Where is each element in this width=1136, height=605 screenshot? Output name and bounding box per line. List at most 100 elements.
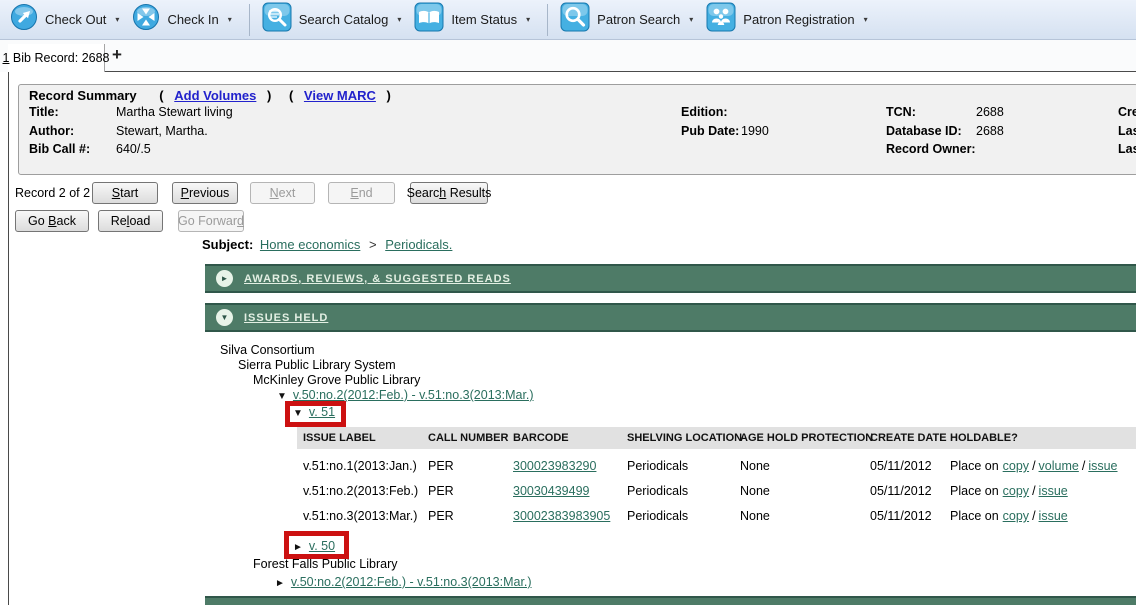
check-out-label: Check Out xyxy=(45,12,106,27)
bib-call-value: 640/.5 xyxy=(116,142,151,156)
check-out-icon xyxy=(10,3,38,36)
patron-registration-button[interactable]: Patron Registration ▾ xyxy=(702,2,876,38)
item-status-icon xyxy=(414,2,444,37)
col-holdable: HOLDABLE? xyxy=(950,432,1018,444)
view-marc-link[interactable]: View MARC xyxy=(304,88,376,103)
content-top-border xyxy=(8,71,1136,72)
place-hold-issue-link[interactable]: issue xyxy=(1039,509,1068,523)
item-status-button[interactable]: Item Status ▾ xyxy=(410,2,539,38)
new-tab-button[interactable]: + xyxy=(112,45,122,65)
org-sierra-system: Sierra Public Library System xyxy=(238,358,396,372)
place-hold-copy-link[interactable]: copy xyxy=(1003,509,1029,523)
place-hold-copy-link[interactable]: copy xyxy=(1003,484,1029,498)
holdable-prefix: Place on xyxy=(950,459,999,473)
patron-search-icon xyxy=(560,2,590,37)
patron-search-button[interactable]: Patron Search ▾ xyxy=(556,2,702,38)
section-issues-held[interactable]: ▼ ISSUES HELD xyxy=(205,303,1136,332)
holdable-cell: Place oncopy/issue xyxy=(950,509,1068,523)
issue-label-cell: v.51:no.1(2013:Jan.) xyxy=(303,459,417,473)
tab-bib-record[interactable]: 1 Bib Record: 2688 xyxy=(8,44,105,72)
go-forward-button: Go Forward xyxy=(178,210,244,232)
reload-button[interactable]: Reload xyxy=(98,210,163,232)
volume-range-link[interactable]: v.50:no.2(2012:Feb.) - v.51:no.3(2013:Ma… xyxy=(291,575,532,589)
org-forest-falls: Forest Falls Public Library xyxy=(253,557,398,571)
author-value: Stewart, Martha. xyxy=(116,124,208,138)
chevron-down-icon[interactable]: ▾ xyxy=(864,15,868,24)
issue-label-cell: v.51:no.2(2013:Feb.) xyxy=(303,484,418,498)
col-barcode: BARCODE xyxy=(513,432,569,444)
chevron-down-icon[interactable]: ▾ xyxy=(115,15,119,24)
age-hold-cell: None xyxy=(740,484,770,498)
search-results-button[interactable]: Search Results xyxy=(410,182,488,204)
database-id-label: Database ID: xyxy=(886,124,962,138)
place-hold-volume-link[interactable]: volume xyxy=(1039,459,1079,473)
start-button[interactable]: Start xyxy=(92,182,158,204)
barcode-link[interactable]: 30030439499 xyxy=(513,484,589,498)
item-status-label: Item Status xyxy=(451,12,517,27)
barcode-link[interactable]: 30002383983905 xyxy=(513,509,610,523)
collapse-icon[interactable]: ▼ xyxy=(216,309,233,326)
toolbar-separator xyxy=(249,4,250,36)
col-age-hold-protection: AGE HOLD PROTECTION xyxy=(740,432,873,444)
record-position-text: Record 2 of 2 xyxy=(15,186,90,200)
org-mckinley-grove: McKinley Grove Public Library xyxy=(253,373,420,387)
database-id-value: 2688 xyxy=(976,124,1004,138)
paren: ) xyxy=(267,88,271,103)
check-out-button[interactable]: Check Out ▾ xyxy=(6,2,128,38)
go-back-button[interactable]: Go Back xyxy=(15,210,89,232)
subject-separator: > xyxy=(369,237,377,252)
clipped-label: Las xyxy=(1118,142,1136,156)
bib-call-label: Bib Call #: xyxy=(29,142,90,156)
expand-triangle-icon[interactable]: ► xyxy=(275,578,285,589)
paren: ) xyxy=(387,88,391,103)
section-awards-label[interactable]: AWARDS, REVIEWS, & SUGGESTED READS xyxy=(244,273,511,285)
org-silva-consortium: Silva Consortium xyxy=(220,343,314,357)
volume-range-forest-falls: ► v.50:no.2(2012:Feb.) - v.51:no.3(2013:M… xyxy=(275,575,532,589)
section-awards-reviews[interactable]: ► AWARDS, REVIEWS, & SUGGESTED READS xyxy=(205,264,1136,293)
previous-button[interactable]: Previous xyxy=(172,182,238,204)
col-issue-label: ISSUE LABEL xyxy=(303,432,376,444)
col-call-number: CALL NUMBER xyxy=(428,432,508,444)
issue-row: v.51:no.2(2013:Feb.) PER 30030439499 Per… xyxy=(297,480,1136,505)
subject-line: Subject: Home economics > Periodicals. xyxy=(202,237,452,252)
chevron-down-icon[interactable]: ▾ xyxy=(689,15,693,24)
section-bar-clipped xyxy=(205,596,1136,605)
holdable-prefix: Place on xyxy=(950,484,999,498)
check-in-button[interactable]: Check In ▾ xyxy=(128,2,240,38)
patron-registration-icon xyxy=(706,2,736,37)
issue-label-cell: v.51:no.3(2013:Mar.) xyxy=(303,509,417,523)
next-button: Next xyxy=(250,182,315,204)
separator: / xyxy=(1082,459,1085,473)
chevron-down-icon[interactable]: ▾ xyxy=(397,15,401,24)
record-owner-label: Record Owner: xyxy=(886,142,976,156)
tcn-value: 2688 xyxy=(976,105,1004,119)
place-hold-issue-link[interactable]: issue xyxy=(1088,459,1117,473)
check-in-icon xyxy=(132,3,160,36)
issue-row: v.51:no.3(2013:Mar.) PER 30002383983905 … xyxy=(297,505,1136,530)
place-hold-issue-link[interactable]: issue xyxy=(1039,484,1068,498)
content-left-border xyxy=(8,71,9,605)
holdable-cell: Place oncopy/volume/issue xyxy=(950,459,1118,473)
paren: ( xyxy=(159,88,163,103)
holdable-cell: Place on copy/ issue xyxy=(950,484,1068,498)
barcode-link[interactable]: 300023983290 xyxy=(513,459,596,473)
add-volumes-link[interactable]: Add Volumes xyxy=(174,88,256,103)
search-catalog-button[interactable]: Search Catalog ▾ xyxy=(258,2,411,38)
subject-label: Subject: xyxy=(202,237,253,252)
place-hold-copy-link[interactable]: copy xyxy=(1003,459,1029,473)
record-summary-title: Record Summary xyxy=(29,88,137,103)
separator: / xyxy=(1032,484,1035,498)
issue-row: v.51:no.1(2013:Jan.) PER 300023983290 Pe… xyxy=(297,455,1136,480)
subject-link-home-economics[interactable]: Home economics xyxy=(260,237,360,252)
chevron-down-icon[interactable]: ▾ xyxy=(228,15,232,24)
section-issues-held-label[interactable]: ISSUES HELD xyxy=(244,312,328,324)
subject-link-periodicals[interactable]: Periodicals. xyxy=(385,237,452,252)
col-create-date: CREATE DATE xyxy=(870,432,947,444)
chevron-down-icon[interactable]: ▾ xyxy=(526,15,530,24)
expand-icon[interactable]: ► xyxy=(216,270,233,287)
tcn-label: TCN: xyxy=(886,105,916,119)
create-date-cell: 05/11/2012 xyxy=(870,484,932,498)
title-value: Martha Stewart living xyxy=(116,105,233,119)
call-number-cell: PER xyxy=(428,509,454,523)
volume-range-link[interactable]: v.50:no.2(2012:Feb.) - v.51:no.3(2013:Ma… xyxy=(293,388,534,402)
